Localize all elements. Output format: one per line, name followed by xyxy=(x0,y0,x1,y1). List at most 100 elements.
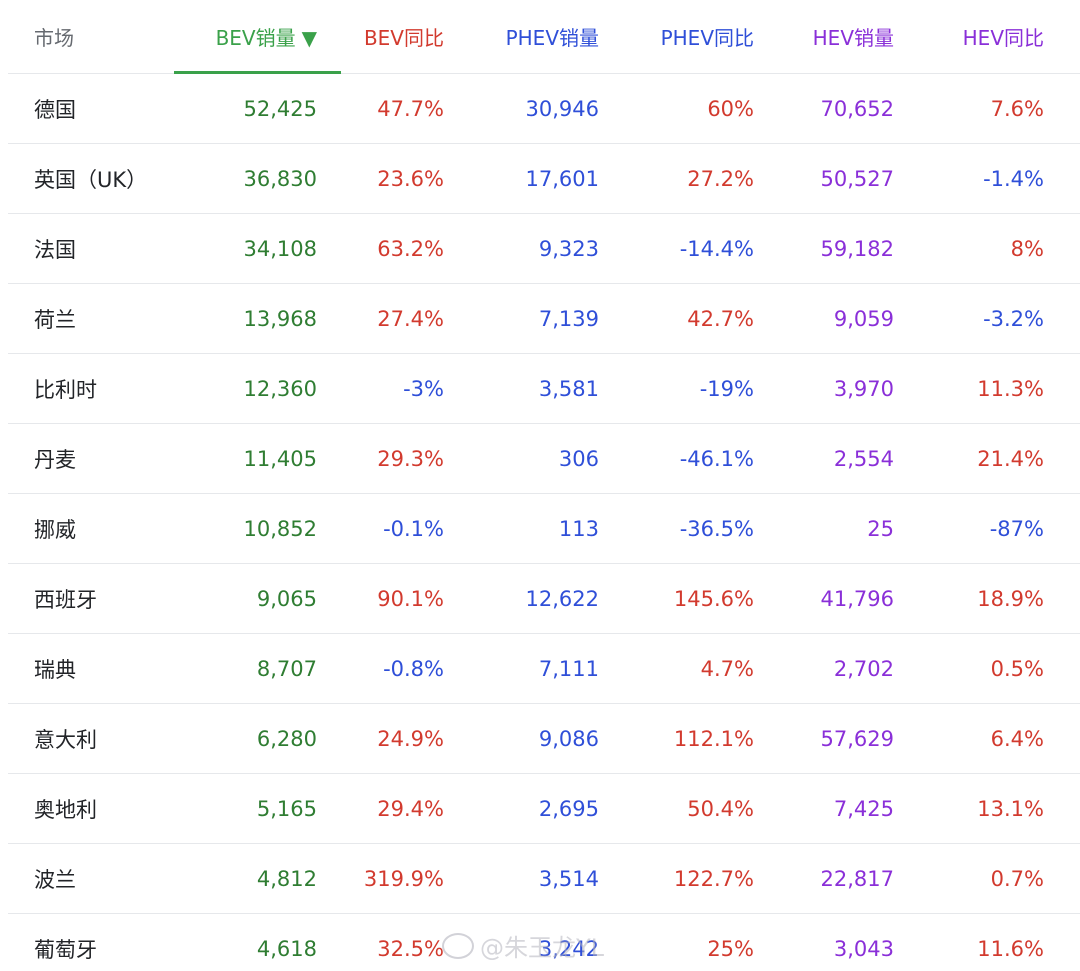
cell-bev-yoy: -0.8% xyxy=(341,633,480,704)
table-row[interactable]: 法国 34,108 63.2% 9,323 -14.4% 59,182 8% xyxy=(8,213,1080,284)
table-row[interactable]: 奥地利 5,165 29.4% 2,695 50.4% 7,425 13.1% xyxy=(8,773,1080,844)
cell-hev-sales: 22,817 xyxy=(790,843,930,914)
cell-phev-sales: 3,581 xyxy=(480,353,635,424)
cell-phev-yoy: 60% xyxy=(635,73,790,144)
watermark: @朱玉龙YL xyxy=(442,928,604,963)
column-header-phev-sales-label: PHEV销量 xyxy=(505,26,599,50)
cell-hev-yoy: 11.3% xyxy=(930,353,1080,424)
cell-bev-sales: 52,425 xyxy=(174,73,341,144)
cell-hev-sales: 7,425 xyxy=(790,773,930,844)
cell-market: 葡萄牙 xyxy=(8,913,174,971)
cell-bev-yoy: 24.9% xyxy=(341,703,480,774)
table-row[interactable]: 丹麦 11,405 29.3% 306 -46.1% 2,554 21.4% xyxy=(8,423,1080,494)
column-header-phev-yoy[interactable]: PHEV同比 xyxy=(635,0,790,74)
cell-bev-sales: 36,830 xyxy=(174,143,341,214)
cell-hev-sales: 3,970 xyxy=(790,353,930,424)
cell-market: 丹麦 xyxy=(8,423,174,494)
cell-phev-sales: 12,622 xyxy=(480,563,635,634)
cell-phev-sales: 30,946 xyxy=(480,73,635,144)
cell-bev-sales: 8,707 xyxy=(174,633,341,704)
cell-hev-sales: 9,059 xyxy=(790,283,930,354)
cell-bev-sales: 6,280 xyxy=(174,703,341,774)
column-header-bev-sales-label: BEV销量 xyxy=(215,26,296,50)
cell-bev-yoy: 23.6% xyxy=(341,143,480,214)
cell-hev-sales: 50,527 xyxy=(790,143,930,214)
cell-phev-sales: 2,695 xyxy=(480,773,635,844)
cell-phev-sales: 306 xyxy=(480,423,635,494)
cell-bev-yoy: -3% xyxy=(341,353,480,424)
cell-phev-sales: 7,139 xyxy=(480,283,635,354)
column-header-phev-sales[interactable]: PHEV销量 xyxy=(480,0,635,74)
cell-hev-yoy: -87% xyxy=(930,493,1080,564)
cell-phev-yoy: -14.4% xyxy=(635,213,790,284)
cell-hev-yoy: -1.4% xyxy=(930,143,1080,214)
column-header-hev-yoy-label: HEV同比 xyxy=(962,26,1044,50)
table-header: 市场 BEV销量 ▼ BEV同比 PHEV销量 PHEV同比 HEV销量 HEV… xyxy=(8,0,1080,74)
cell-phev-sales: 17,601 xyxy=(480,143,635,214)
cell-phev-yoy: -46.1% xyxy=(635,423,790,494)
column-header-hev-sales[interactable]: HEV销量 xyxy=(790,0,930,74)
cell-phev-yoy: 4.7% xyxy=(635,633,790,704)
cell-hev-yoy: 6.4% xyxy=(930,703,1080,774)
column-header-hev-yoy[interactable]: HEV同比 xyxy=(930,0,1080,74)
ev-sales-table: 市场 BEV销量 ▼ BEV同比 PHEV销量 PHEV同比 HEV销量 HEV… xyxy=(8,0,1080,971)
cell-bev-yoy: 29.4% xyxy=(341,773,480,844)
cell-phev-yoy: -19% xyxy=(635,353,790,424)
table-row[interactable]: 西班牙 9,065 90.1% 12,622 145.6% 41,796 18.9% xyxy=(8,563,1080,634)
cell-market: 比利时 xyxy=(8,353,174,424)
table-row[interactable]: 荷兰 13,968 27.4% 7,139 42.7% 9,059 -3.2% xyxy=(8,283,1080,354)
watermark-text: @朱玉龙YL xyxy=(480,934,605,962)
cell-market: 波兰 xyxy=(8,843,174,914)
cell-hev-yoy: -3.2% xyxy=(930,283,1080,354)
table-row[interactable]: 挪威 10,852 -0.1% 113 -36.5% 25 -87% xyxy=(8,493,1080,564)
cell-bev-sales: 4,812 xyxy=(174,843,341,914)
column-header-phev-yoy-label: PHEV同比 xyxy=(660,26,754,50)
table-body: 德国 52,425 47.7% 30,946 60% 70,652 7.6% 英国（UK） 36… xyxy=(8,73,1080,971)
cell-phev-sales: 113 xyxy=(480,493,635,564)
table-row[interactable]: 波兰 4,812 319.9% 3,514 122.7% 22,817 0.7% xyxy=(8,843,1080,914)
table-row[interactable]: 英国（UK） 36,830 23.6% 17,601 27.2% 50,527 -1.4% xyxy=(8,143,1080,214)
column-header-market-label: 市场 xyxy=(34,26,74,50)
cell-market: 法国 xyxy=(8,213,174,284)
column-header-bev-yoy[interactable]: BEV同比 xyxy=(341,0,480,74)
cell-phev-sales: 9,323 xyxy=(480,213,635,284)
column-header-hev-sales-label: HEV销量 xyxy=(812,26,894,50)
table-row[interactable]: 瑞典 8,707 -0.8% 7,111 4.7% 2,702 0.5% xyxy=(8,633,1080,704)
cell-hev-yoy: 11.6% xyxy=(930,913,1080,971)
cell-phev-yoy: 42.7% xyxy=(635,283,790,354)
cell-phev-sales: 7,111 xyxy=(480,633,635,704)
cell-hev-yoy: 8% xyxy=(930,213,1080,284)
cell-market: 西班牙 xyxy=(8,563,174,634)
column-header-bev-sales[interactable]: BEV销量 ▼ xyxy=(174,0,341,74)
cell-market: 瑞典 xyxy=(8,633,174,704)
cell-bev-yoy: 47.7% xyxy=(341,73,480,144)
cell-hev-sales: 59,182 xyxy=(790,213,930,284)
cell-phev-yoy: -36.5% xyxy=(635,493,790,564)
cell-bev-sales: 11,405 xyxy=(174,423,341,494)
cell-market: 德国 xyxy=(8,73,174,144)
cell-phev-yoy: 122.7% xyxy=(635,843,790,914)
cell-phev-yoy: 112.1% xyxy=(635,703,790,774)
cell-market: 意大利 xyxy=(8,703,174,774)
cell-phev-yoy: 50.4% xyxy=(635,773,790,844)
cell-hev-sales: 2,554 xyxy=(790,423,930,494)
cell-hev-sales: 41,796 xyxy=(790,563,930,634)
cell-bev-yoy: -0.1% xyxy=(341,493,480,564)
cell-hev-sales: 3,043 xyxy=(790,913,930,971)
column-header-market[interactable]: 市场 xyxy=(8,0,174,74)
cell-bev-yoy: 29.3% xyxy=(341,423,480,494)
cell-market: 奥地利 xyxy=(8,773,174,844)
cell-bev-yoy: 319.9% xyxy=(341,843,480,914)
cell-bev-sales: 12,360 xyxy=(174,353,341,424)
table-row[interactable]: 意大利 6,280 24.9% 9,086 112.1% 57,629 6.4% xyxy=(8,703,1080,774)
table-row[interactable]: 比利时 12,360 -3% 3,581 -19% 3,970 11.3% xyxy=(8,353,1080,424)
cell-bev-sales: 9,065 xyxy=(174,563,341,634)
cell-market: 荷兰 xyxy=(8,283,174,354)
cell-market: 挪威 xyxy=(8,493,174,564)
table-row[interactable]: 德国 52,425 47.7% 30,946 60% 70,652 7.6% xyxy=(8,73,1080,144)
cell-hev-yoy: 13.1% xyxy=(930,773,1080,844)
cell-hev-sales: 57,629 xyxy=(790,703,930,774)
cell-bev-sales: 5,165 xyxy=(174,773,341,844)
column-header-bev-yoy-label: BEV同比 xyxy=(363,26,444,50)
cell-bev-sales: 4,618 xyxy=(174,913,341,971)
